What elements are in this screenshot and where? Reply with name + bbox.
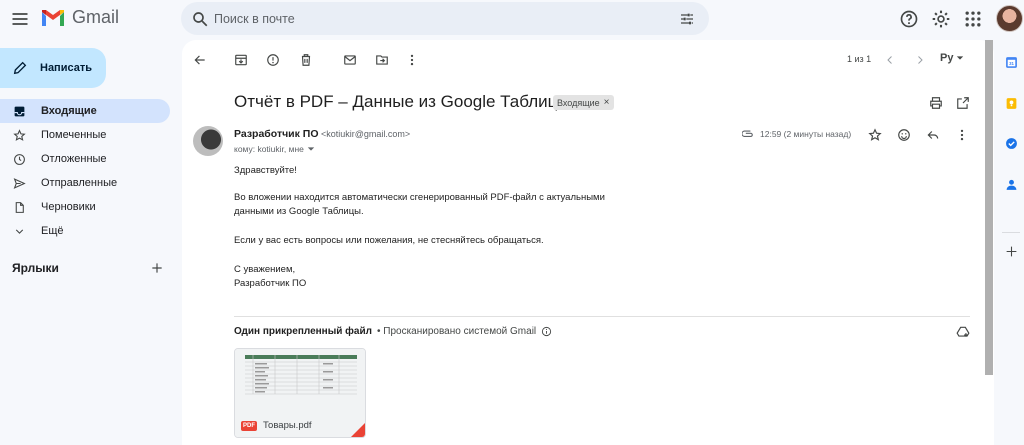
pdf-file-icon: PDF: [241, 420, 257, 431]
help-icon[interactable]: [899, 9, 919, 29]
labels-section-header: Ярлыки: [12, 261, 164, 275]
add-addon-icon[interactable]: [1005, 245, 1018, 258]
tasks-icon[interactable]: [1005, 137, 1018, 150]
attachment-clip-icon: [742, 130, 753, 137]
sidebar-item-inbox[interactable]: Входящие: [0, 99, 170, 123]
sender-email: <kotiukir@gmail.com>: [321, 129, 411, 139]
badge-label: Входящие: [557, 97, 600, 108]
email-signoff: С уважением,: [234, 264, 296, 275]
info-icon[interactable]: [541, 326, 552, 337]
sidebar-item-label: Ещё: [41, 225, 64, 237]
sidebar-item-label: Черновики: [41, 201, 96, 213]
reply-icon[interactable]: [926, 128, 940, 142]
sidebar-item-snoozed[interactable]: Отложенные: [0, 147, 170, 171]
chevron-right-icon[interactable]: [914, 54, 926, 66]
settings-gear-icon[interactable]: [931, 9, 951, 29]
attachment-filename: Товары.pdf: [263, 420, 312, 431]
gmail-logo[interactable]: Gmail: [40, 7, 119, 28]
sidebar-item-label: Отложенные: [41, 153, 107, 165]
sidebar-item-label: Отправленные: [41, 177, 118, 189]
open-new-window-icon[interactable]: [956, 96, 970, 110]
input-tools-label: Py: [940, 52, 954, 64]
star-icon[interactable]: [868, 128, 882, 142]
pager-count: 1 из 1: [847, 54, 872, 64]
sender-avatar[interactable]: [193, 126, 223, 156]
contacts-icon[interactable]: [1005, 178, 1018, 191]
inbox-label-badge: Входящие ×: [553, 95, 614, 110]
side-panel: 31: [996, 40, 1024, 445]
keep-icon[interactable]: [1005, 97, 1018, 110]
delete-icon[interactable]: [299, 53, 313, 67]
page-fold-corner: [351, 423, 365, 437]
remove-label-icon[interactable]: ×: [604, 97, 610, 108]
clock-icon: [14, 153, 25, 165]
caret-down-icon: [307, 147, 315, 151]
sidebar-nav: Входящие Помеченные Отложенные Отправлен…: [0, 99, 170, 243]
email-timestamp: 12:59 (2 минуты назад): [760, 129, 852, 139]
report-spam-icon[interactable]: [266, 53, 280, 67]
add-label-icon[interactable]: [150, 261, 164, 275]
star-icon: [13, 128, 26, 141]
print-icon[interactable]: [929, 96, 943, 110]
attachments-header: Один прикрепленный файл • Просканировано…: [234, 326, 552, 337]
search-input[interactable]: [214, 2, 654, 35]
caret-down-icon: [957, 56, 964, 60]
labels-title: Ярлыки: [12, 261, 59, 275]
more-vert-icon[interactable]: [955, 128, 969, 142]
archive-icon[interactable]: [234, 53, 248, 67]
sidebar-item-more[interactable]: Ещё: [0, 219, 170, 243]
email-body-line: Во вложении находится автоматически сген…: [234, 192, 605, 203]
main-menu-icon[interactable]: [10, 9, 30, 29]
attachments-divider: [234, 316, 970, 317]
email-body-line: Если у вас есть вопросы или пожелания, н…: [234, 235, 544, 246]
gmail-wordmark: Gmail: [72, 7, 120, 27]
email-body-line: данными из Google Таблицы.: [234, 206, 364, 217]
sidebar-item-sent[interactable]: Отправленные: [0, 171, 170, 195]
chevron-down-icon: [15, 228, 24, 234]
gmail-m-icon: [42, 9, 64, 26]
send-icon: [13, 177, 26, 189]
sidebar-item-label: Помеченные: [41, 129, 107, 141]
attachments-title: Один прикрепленный файл: [234, 326, 372, 337]
attachment-footer: PDF Товары.pdf: [235, 412, 365, 437]
search-options-icon[interactable]: [679, 11, 695, 27]
apps-grid-icon[interactable]: [963, 9, 983, 29]
spreadsheet-thumbnail-icon: [245, 355, 357, 395]
sidebar-item-drafts[interactable]: Черновики: [0, 195, 170, 219]
scan-note: • Просканировано системой Gmail: [377, 326, 537, 337]
side-panel-divider: [1002, 232, 1020, 233]
add-to-drive-icon[interactable]: [956, 325, 970, 339]
account-avatar[interactable]: [996, 5, 1023, 32]
back-arrow-icon[interactable]: [193, 53, 207, 67]
more-vert-icon[interactable]: [405, 53, 419, 67]
attachment-card[interactable]: PDF Товары.pdf: [234, 348, 366, 438]
top-bar: Gmail: [0, 0, 1024, 38]
sidebar-item-label: Входящие: [41, 105, 97, 117]
emoji-reaction-icon[interactable]: [897, 128, 911, 142]
mark-unread-icon[interactable]: [343, 53, 357, 67]
email-subject: Отчёт в PDF – Данные из Google Таблицы: [234, 92, 570, 111]
attachment-thumbnail: [235, 349, 365, 412]
move-to-icon[interactable]: [375, 53, 389, 67]
email-greeting: Здравствуйте!: [234, 165, 297, 176]
search-icon[interactable]: [191, 10, 209, 28]
calendar-icon[interactable]: 31: [1005, 56, 1018, 69]
recipients-label: кому: kotiukir, мне: [234, 144, 304, 154]
pencil-icon: [13, 61, 27, 75]
inbox-icon: [14, 106, 25, 116]
compose-label: Написать: [40, 62, 92, 74]
draft-icon: [15, 201, 24, 213]
email-signature: Разработчик ПО: [234, 278, 307, 289]
recipients-toggle[interactable]: кому: kotiukir, мне: [234, 144, 315, 154]
sender-name[interactable]: Разработчик ПО: [234, 128, 319, 140]
search-bar: [181, 2, 709, 35]
svg-text:31: 31: [1009, 61, 1014, 66]
chevron-left-icon[interactable]: [884, 54, 896, 66]
input-tools-button[interactable]: Py: [940, 52, 964, 64]
message-view: 1 из 1 Py Отчёт в PDF – Данные из Google…: [182, 40, 994, 445]
scrollbar-thumb[interactable]: [985, 40, 993, 375]
compose-button[interactable]: Написать: [0, 48, 106, 88]
sidebar-item-starred[interactable]: Помеченные: [0, 123, 170, 147]
